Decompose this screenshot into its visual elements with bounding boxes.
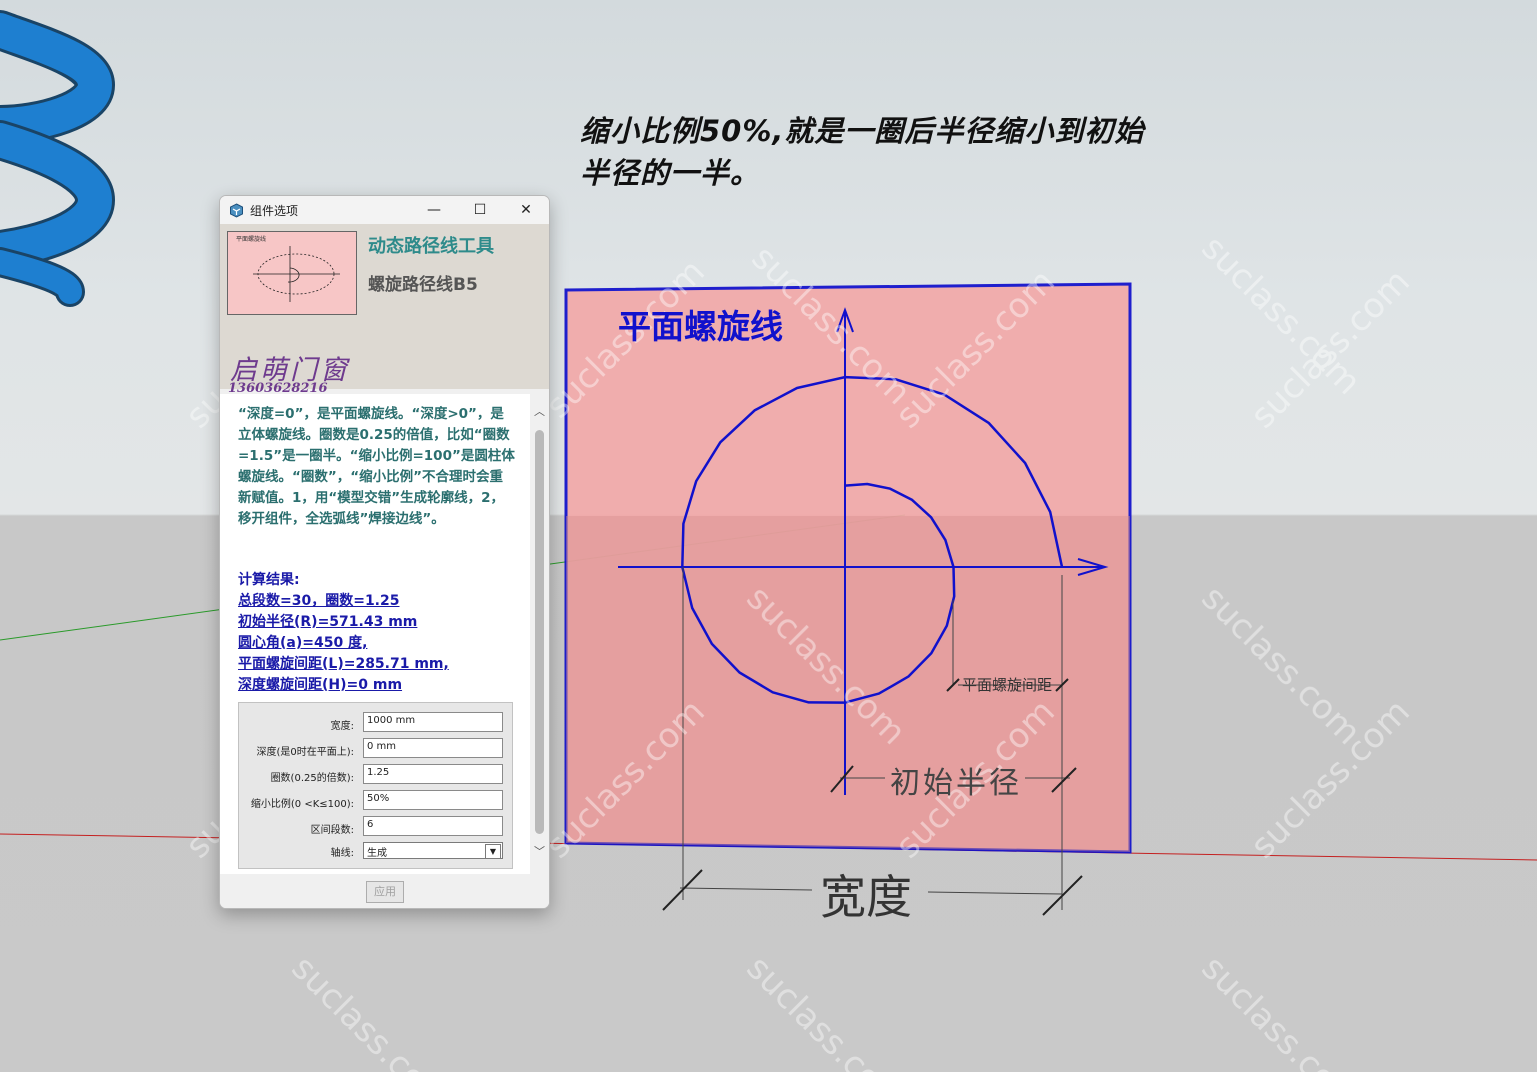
depth-field[interactable]: 0 mm bbox=[363, 738, 503, 758]
thumbnail-spiral-icon bbox=[253, 246, 340, 302]
depth-field-label: 深度(是0时在平面上): bbox=[256, 747, 354, 758]
description-text: “深度=0”，是平面螺旋线。“深度>0”，是立体螺旋线。圈数是0.25的倍值，比… bbox=[238, 406, 515, 527]
maximize-button[interactable]: ☐ bbox=[458, 198, 502, 222]
options-form: 宽度: 1000 mm 深度(是0时在平面上): 0 mm 圈数(0.25的倍数… bbox=[238, 702, 513, 869]
minimize-button[interactable]: — bbox=[412, 198, 456, 222]
width-field-label: 宽度: bbox=[330, 721, 354, 732]
coil-model[interactable] bbox=[0, 10, 116, 307]
results-block: 计算结果: 总段数=30，圈数=1.25 初始半径(R)=571.43 mm 圆… bbox=[238, 570, 528, 696]
width-label: 宽度 bbox=[820, 870, 912, 924]
segments-field[interactable]: 6 bbox=[363, 816, 503, 836]
turns-field-label: 圈数(0.25的倍数): bbox=[270, 773, 354, 784]
diagram-title: 平面螺旋线 bbox=[618, 308, 783, 345]
radius-label: 初始半径 bbox=[890, 766, 1022, 801]
width-field[interactable]: 1000 mm bbox=[363, 712, 503, 732]
dialog-titlebar[interactable]: 组件选项 — ☐ ✕ bbox=[220, 196, 549, 224]
tool-subtitle: 螺旋路径线B5 bbox=[368, 275, 478, 295]
dialog-footer: 应用 bbox=[220, 874, 549, 908]
axis-select[interactable]: 生成 ▼ bbox=[363, 842, 503, 859]
result-line: 初始半径(R)=571.43 mm bbox=[238, 614, 418, 630]
caption-text: 缩小比例50%,就是一圈后半径缩小到初始半径的一半。 bbox=[580, 114, 1145, 190]
segments-field-label: 区间段数: bbox=[310, 825, 354, 836]
scrollbar-thumb[interactable] bbox=[535, 430, 544, 834]
axis-select-value: 生成 bbox=[367, 848, 387, 859]
watermark-text: suclass.com bbox=[284, 948, 459, 1072]
scroll-down-icon[interactable]: ﹀ bbox=[532, 844, 547, 860]
window-title: 组件选项 bbox=[250, 204, 299, 218]
tool-title: 动态路径线工具 bbox=[368, 236, 494, 257]
axis-select-label: 轴线: bbox=[330, 848, 354, 859]
result-line: 总段数=30，圈数=1.25 bbox=[238, 593, 400, 609]
watermark-text: suclass.com bbox=[739, 948, 914, 1072]
content-scrollbar[interactable]: ︿ ﹀ bbox=[530, 394, 549, 874]
scale-field-label: 缩小比例(0 <K≤100): bbox=[250, 799, 354, 810]
results-heading: 计算结果: bbox=[238, 572, 300, 588]
spacing-label: 平面螺旋间距 bbox=[962, 676, 1052, 694]
result-line: 圆心角(a)=450 度, bbox=[238, 635, 368, 651]
result-line: 平面螺旋间距(L)=285.71 mm, bbox=[238, 656, 449, 672]
dialog-header: 平面螺旋线 动态路径线工具 螺旋路径线B5 启萌门窗 13603628216 bbox=[220, 224, 549, 396]
chevron-down-icon[interactable]: ▼ bbox=[485, 844, 501, 859]
component-thumbnail: 平面螺旋线 bbox=[227, 231, 357, 315]
apply-button[interactable]: 应用 bbox=[366, 881, 404, 903]
scroll-up-icon[interactable]: ︿ bbox=[532, 404, 547, 420]
scale-field[interactable]: 50% bbox=[363, 790, 503, 810]
result-line: 深度螺旋间距(H)=0 mm bbox=[238, 677, 403, 693]
close-button[interactable]: ✕ bbox=[504, 198, 548, 222]
watermark-text: suclass.com bbox=[1194, 578, 1369, 753]
watermark-text: suclass.com bbox=[1194, 948, 1369, 1072]
turns-field[interactable]: 1.25 bbox=[363, 764, 503, 784]
sketchup-icon bbox=[230, 203, 243, 218]
component-options-dialog[interactable]: 组件选项 — ☐ ✕ 平面螺旋线 动态路径线工具 螺旋路径线B5 启萌门窗 13… bbox=[219, 195, 550, 909]
dialog-content: “深度=0”，是平面螺旋线。“深度>0”，是立体螺旋线。圈数是0.25的倍值，比… bbox=[220, 394, 530, 874]
